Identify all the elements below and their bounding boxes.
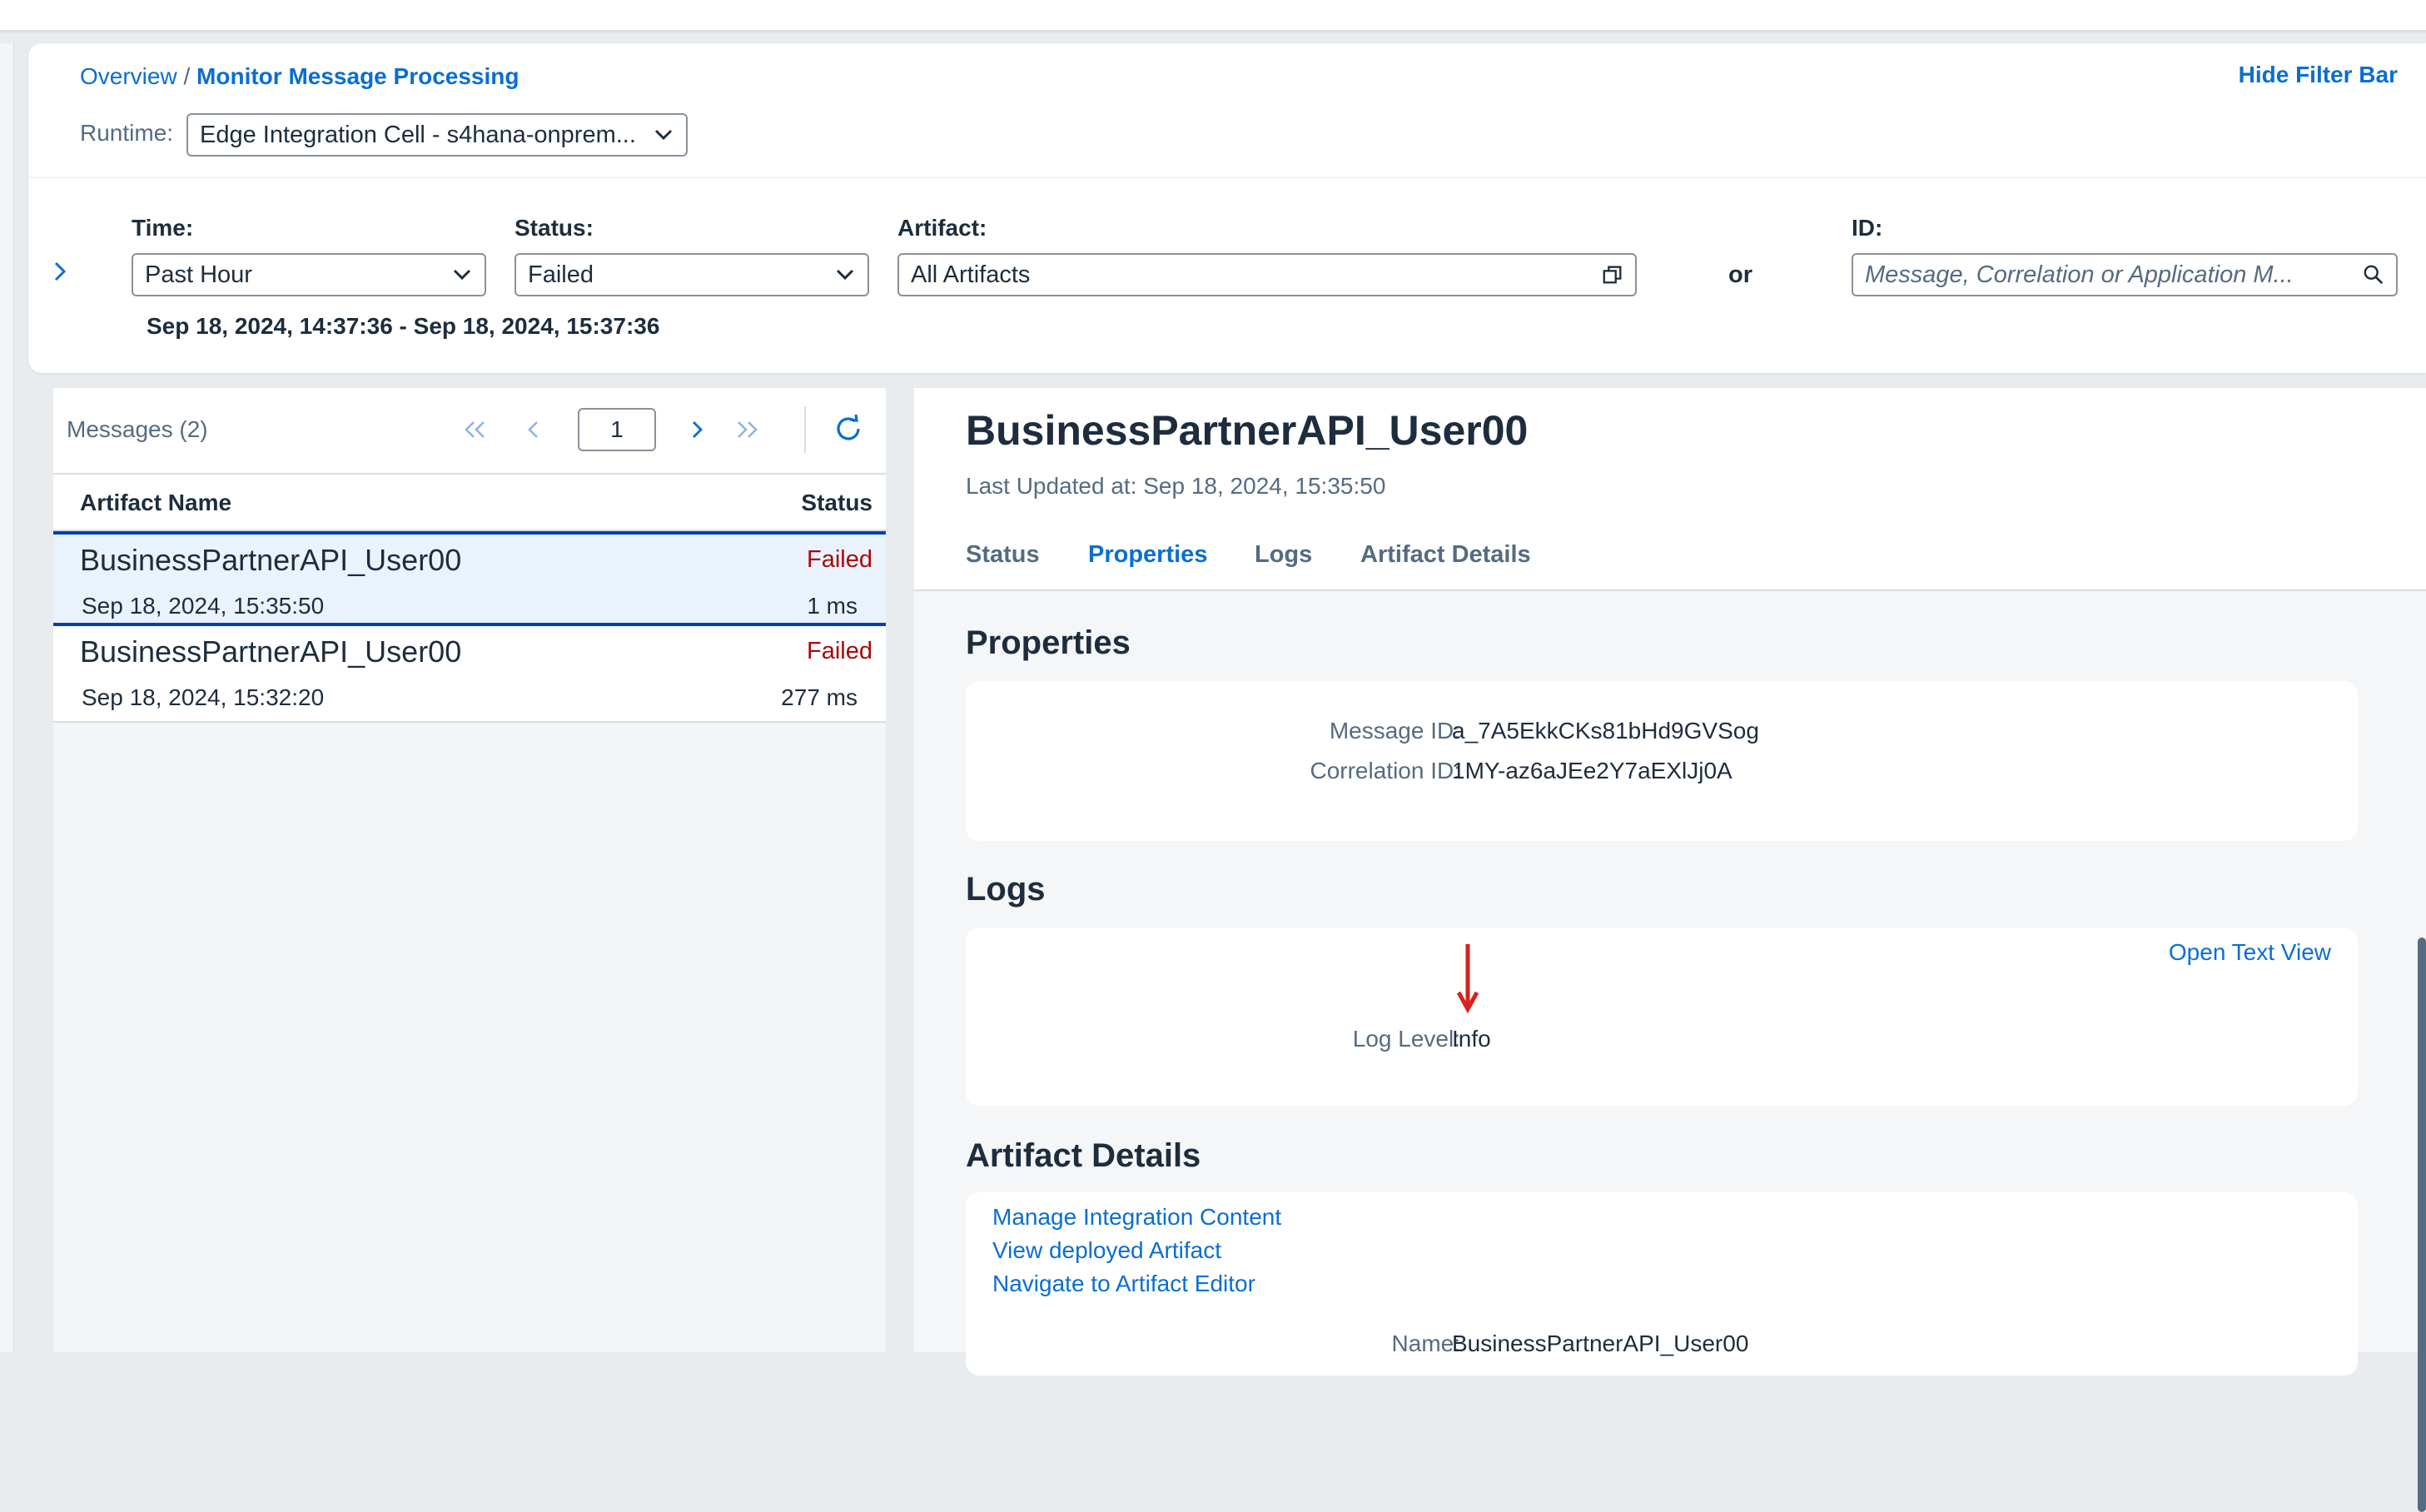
artifact-name-label: Name: — [1391, 1330, 1460, 1356]
shell-bar — [0, 0, 2426, 32]
row-duration: 277 ms — [781, 684, 858, 710]
search-icon[interactable] — [2363, 264, 2384, 286]
status-value: Failed — [528, 261, 594, 288]
time-label: Time: — [132, 215, 194, 241]
runtime-label: Runtime: — [80, 120, 174, 146]
messages-count-title: Messages (2) — [67, 416, 208, 442]
message-id-value: a_7A5EkkCKs81bHd9GVSog — [1452, 718, 1759, 744]
breadcrumb-separator: / — [183, 63, 191, 89]
artifact-label: Artifact: — [897, 215, 987, 241]
breadcrumb: Overview / Monitor Message Processing — [80, 63, 519, 90]
row-status: Failed — [807, 638, 872, 664]
column-artifact-name[interactable]: Artifact Name — [80, 490, 231, 516]
column-status[interactable]: Status — [801, 490, 872, 516]
chevron-down-icon — [451, 264, 473, 286]
date-range-text: Sep 18, 2024, 14:37:36 - Sep 18, 2024, 1… — [147, 313, 660, 339]
next-page-icon[interactable] — [679, 411, 716, 448]
navigate-to-artifact-editor-link[interactable]: Navigate to Artifact Editor — [992, 1271, 1255, 1297]
id-search-placeholder: Message, Correlation or Application M... — [1865, 261, 2294, 288]
tab-artifact-details[interactable]: Artifact Details — [1360, 541, 1531, 569]
message-detail-panel: BusinessPartnerAPI_User00 Last Updated a… — [914, 388, 2426, 1512]
manage-integration-content-link[interactable]: Manage Integration Content — [992, 1204, 1281, 1231]
scrollbar[interactable] — [2418, 938, 2426, 1512]
tab-properties[interactable]: Properties — [1088, 541, 1207, 569]
status-select[interactable]: Failed — [515, 253, 869, 296]
value-help-icon[interactable] — [1602, 264, 1623, 286]
properties-section-title: Properties — [966, 624, 1131, 661]
time-value: Past Hour — [145, 261, 252, 288]
refresh-icon[interactable] — [828, 408, 869, 450]
artifact-details-card: Manage Integration Content View deployed… — [966, 1192, 2358, 1375]
row-artifact-name: BusinessPartnerAPI_User00 — [80, 634, 462, 669]
id-search-input[interactable]: Message, Correlation or Application M... — [1852, 253, 2398, 296]
runtime-select[interactable]: Edge Integration Cell - s4hana-onprem... — [186, 113, 688, 157]
chevron-down-icon — [653, 124, 674, 146]
row-date: Sep 18, 2024, 15:35:50 — [82, 593, 325, 619]
row-duration: 1 ms — [807, 593, 858, 619]
or-label: or — [1728, 261, 1752, 288]
tab-logs[interactable]: Logs — [1255, 541, 1312, 569]
page-number-input[interactable]: 1 — [578, 408, 656, 451]
row-artifact-name: BusinessPartnerAPI_User00 — [80, 543, 462, 577]
previous-page-icon[interactable] — [515, 411, 551, 448]
messages-toolbar: Messages (2) 1 — [53, 388, 886, 475]
status-label: Status: — [515, 215, 594, 241]
log-level-label: Log Level: — [1352, 1026, 1460, 1052]
log-level-link[interactable]: Info — [1452, 1026, 1491, 1052]
row-date: Sep 18, 2024, 15:32:20 — [82, 684, 325, 710]
row-status: Failed — [807, 546, 872, 573]
side-navigation-edge — [0, 43, 14, 1352]
time-select[interactable]: Past Hour — [132, 253, 486, 296]
filter-header-panel: Overview / Monitor Message Processing Hi… — [28, 43, 2426, 373]
first-page-icon[interactable] — [456, 411, 493, 448]
tab-status[interactable]: Status — [966, 541, 1040, 569]
hide-filter-bar-button[interactable]: Hide Filter Bar — [2239, 62, 2398, 88]
logs-card: Open Text View Log Level: Info — [966, 928, 2358, 1106]
last-updated-text: Last Updated at: Sep 18, 2024, 15:35:50 — [966, 473, 1386, 499]
breadcrumb-current: Monitor Message Processing — [196, 63, 520, 89]
table-row[interactable]: BusinessPartnerAPI_User00 Failed Sep 18,… — [53, 626, 886, 723]
last-page-icon[interactable] — [729, 411, 766, 448]
chevron-down-icon — [834, 264, 856, 286]
table-header: Artifact Name Status — [53, 475, 886, 531]
arrow-down-icon — [1454, 941, 1482, 1020]
view-deployed-artifact-link[interactable]: View deployed Artifact — [992, 1237, 1221, 1264]
correlation-id-label: Correlation ID: — [1310, 758, 1460, 783]
artifact-select[interactable]: All Artifacts — [897, 253, 1637, 296]
logs-section-title: Logs — [966, 871, 1046, 908]
artifact-value: All Artifacts — [911, 261, 1031, 288]
breadcrumb-overview-link[interactable]: Overview — [80, 63, 177, 89]
artifact-details-section-title: Artifact Details — [966, 1137, 1201, 1174]
divider — [28, 177, 2426, 178]
properties-card: Message ID: a_7A5EkkCKs81bHd9GVSog Corre… — [966, 681, 2358, 841]
runtime-value: Edge Integration Cell - s4hana-onprem... — [200, 121, 636, 148]
artifact-name-value: BusinessPartnerAPI_User00 — [1452, 1330, 1749, 1356]
detail-title: BusinessPartnerAPI_User00 — [966, 407, 1529, 454]
correlation-id-value: 1MY-az6aJEe2Y7aEXlJj0A — [1452, 758, 1733, 783]
open-text-view-link[interactable]: Open Text View — [2169, 939, 2331, 966]
toolbar-separator — [804, 406, 806, 453]
detail-header: BusinessPartnerAPI_User00 Last Updated a… — [914, 388, 2426, 591]
message-id-label: Message ID: — [1329, 718, 1460, 744]
messages-panel: Messages (2) 1 Artifact Name Status Busi… — [53, 388, 886, 1352]
id-label: ID: — [1852, 215, 1883, 241]
table-row[interactable]: BusinessPartnerAPI_User00 Failed Sep 18,… — [53, 531, 886, 626]
expand-chevron-right-icon[interactable] — [48, 260, 72, 283]
